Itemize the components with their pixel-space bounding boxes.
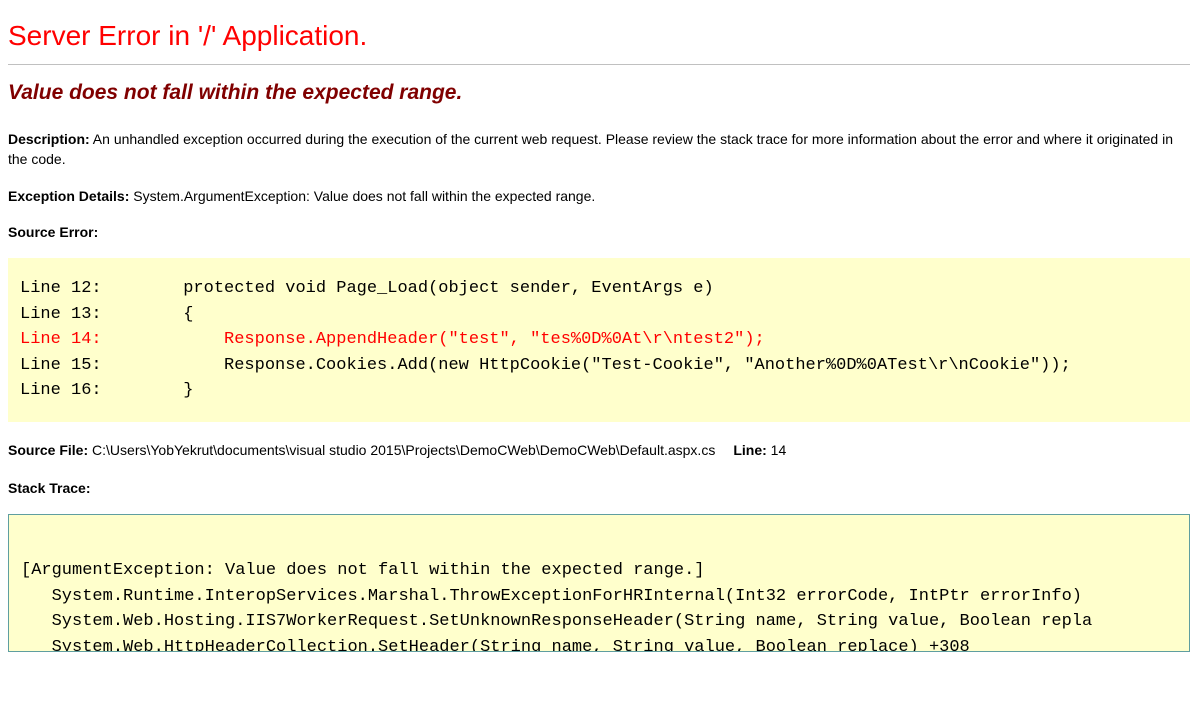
source-error-label-section: Source Error: — [8, 222, 1190, 242]
description-label: Description: — [8, 131, 90, 147]
source-file-path: C:\Users\YobYekrut\documents\visual stud… — [88, 442, 715, 458]
source-file-label: Source File: — [8, 442, 88, 458]
stack-trace-label: Stack Trace: — [8, 480, 91, 496]
divider — [8, 64, 1190, 65]
source-line: Line 14: Response.AppendHeader("test", "… — [20, 327, 1178, 353]
exception-section: Exception Details: System.ArgumentExcept… — [8, 186, 1190, 206]
source-line: Line 15: Response.Cookies.Add(new HttpCo… — [20, 353, 1178, 379]
source-error-label: Source Error: — [8, 224, 98, 240]
source-line: Line 16: } — [20, 378, 1178, 404]
source-file-section: Source File: C:\Users\YobYekrut\document… — [8, 442, 1190, 458]
description-text: An unhandled exception occurred during t… — [8, 131, 1173, 167]
exception-label: Exception Details: — [8, 188, 129, 204]
source-code-box: Line 12: protected void Page_Load(object… — [8, 258, 1190, 422]
exception-text: System.ArgumentException: Value does not… — [129, 188, 595, 204]
stack-trace-box: [ArgumentException: Value does not fall … — [8, 514, 1190, 652]
line-number: 14 — [767, 442, 786, 458]
source-line: Line 12: protected void Page_Load(object… — [20, 276, 1178, 302]
line-label: Line: — [733, 442, 766, 458]
source-line: Line 13: { — [20, 302, 1178, 328]
stack-trace-label-section: Stack Trace: — [8, 478, 1190, 498]
error-subtitle: Value does not fall within the expected … — [8, 81, 1190, 105]
page-title: Server Error in '/' Application. — [8, 20, 1190, 52]
description-section: Description: An unhandled exception occu… — [8, 129, 1190, 170]
